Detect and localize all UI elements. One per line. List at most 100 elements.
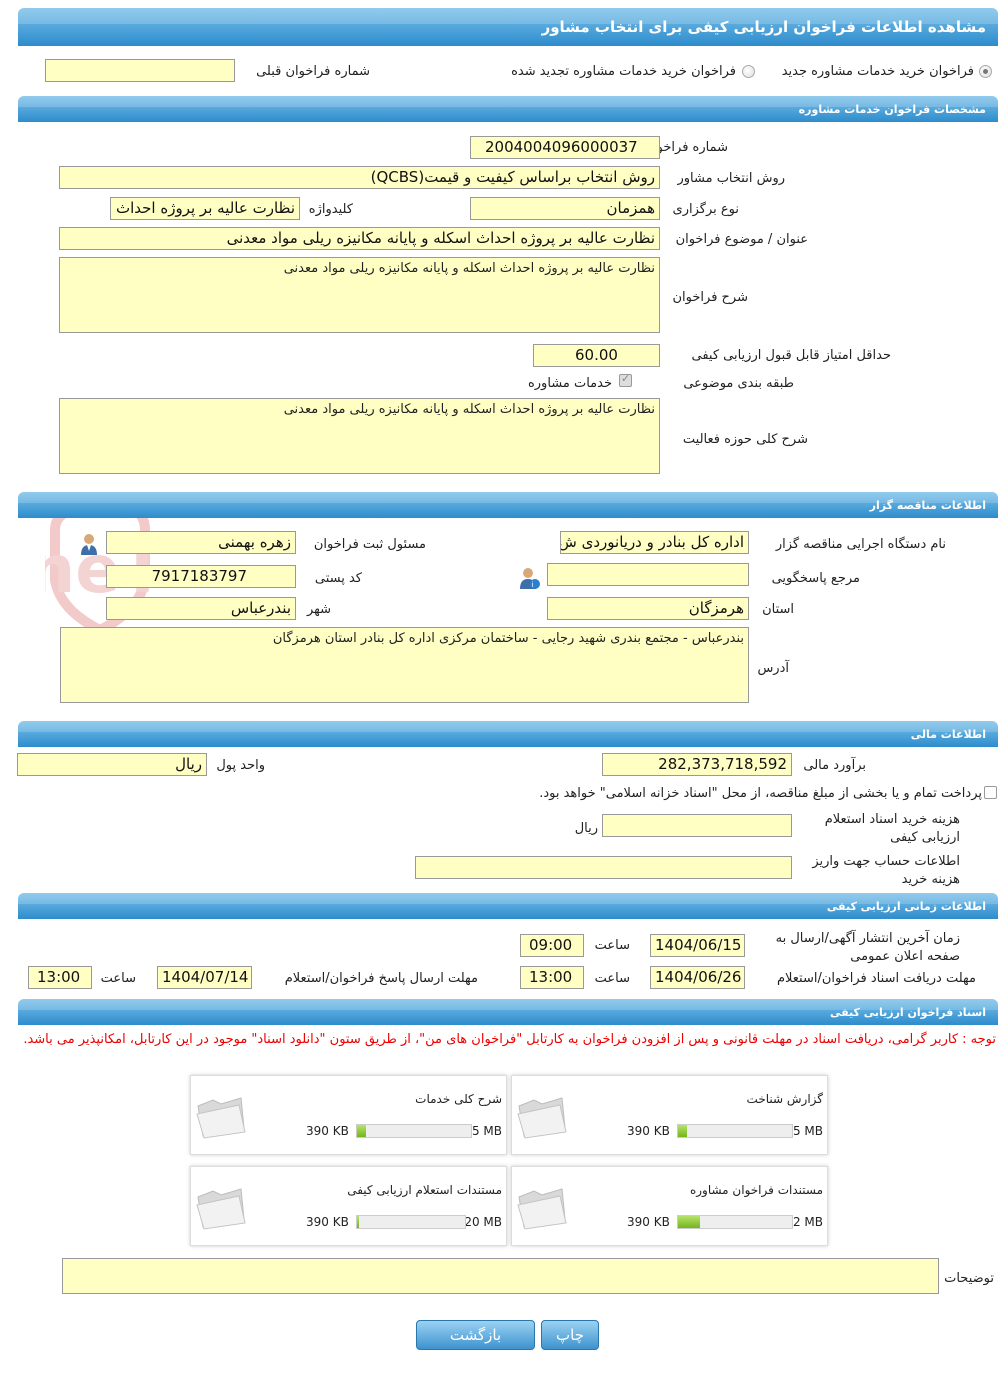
finance-header: اطلاعات مالی	[18, 721, 998, 747]
keyword-field[interactable]: نظارت عالیه بر پروژه احداث	[110, 197, 300, 220]
org-name-field[interactable]: اداره کل بنادر و دریانوردی ش	[560, 531, 749, 554]
minscore-label: حداقل امتیاز قابل قبول ارزیابی کیفی	[691, 348, 891, 363]
estimate-label: برآورد مالی	[803, 758, 866, 773]
doccost-unit: ریال	[574, 821, 598, 836]
postal-field[interactable]: 7917183797	[106, 565, 296, 588]
keyword-label: کلیدواژه	[308, 202, 353, 217]
org-header-text: اطلاعات مناقصه گزار	[869, 499, 986, 512]
ref-field[interactable]	[547, 563, 749, 586]
finance-header-text: اطلاعات مالی	[910, 728, 986, 741]
notes-field[interactable]	[62, 1258, 939, 1294]
currency-field[interactable]: ریال	[17, 753, 207, 776]
address-field[interactable]: بندرعباس - مجتمع بندری شهید رجایی - ساخت…	[60, 627, 749, 703]
publish-time-label: ساعت	[594, 938, 630, 953]
doc-size-fill	[357, 1216, 359, 1228]
doc-size-fill	[678, 1216, 700, 1228]
ref-label: مرجع پاسخگویی	[771, 571, 860, 586]
doc-size: 390 KB	[306, 1215, 349, 1229]
timing-header: اطلاعات زمانی ارزیابی کیفی	[18, 893, 998, 919]
radio-renewed-label: فراخوان خرید خدمات مشاوره تجدید شده	[511, 64, 736, 79]
org-name-label: نام دستگاه اجرایی مناقصه گزار	[775, 537, 946, 552]
org-header: اطلاعات مناقصه گزار	[18, 492, 998, 518]
docs-header-text: اسناد فراخوان ارزیابی کیفی	[829, 1006, 986, 1019]
doc-card[interactable]: شرح کلی خدمات 5 MB 390 KB	[190, 1075, 507, 1155]
doc-size: 390 KB	[627, 1124, 670, 1138]
doc-size-bar	[677, 1215, 793, 1229]
radio-new-call[interactable]	[979, 65, 992, 78]
docs-notice: توجه : کاربر گرامی، دریافت اسناد در مهلت…	[23, 1032, 996, 1047]
scope-field[interactable]: نظارت عالیه بر پروژه احداث اسکله و پایان…	[59, 398, 660, 474]
receive-label: مهلت دریافت اسناد فراخوان/استعلام	[776, 971, 976, 986]
registrar-field[interactable]: زهره بهمنی	[106, 531, 296, 554]
method-field[interactable]: روش انتخاب براساس کیفیت و قیمت(QCBS)	[59, 166, 660, 189]
prev-number-field[interactable]	[45, 59, 235, 82]
info-user-icon[interactable]: i	[518, 566, 540, 590]
postal-label: کد پستی	[314, 571, 362, 586]
doc-card[interactable]: گزارش شناخت 5 MB 390 KB	[511, 1075, 828, 1155]
address-label: آدرس	[757, 661, 789, 676]
publish-date-field[interactable]: 1404/06/15	[650, 934, 745, 957]
province-field[interactable]: هرمزگان	[547, 597, 749, 620]
subject-field[interactable]: نظارت عالیه بر پروژه احداث اسکله و پایان…	[59, 227, 660, 250]
specs-header-text: مشخصات فراخوان خدمات مشاوره	[798, 103, 986, 116]
type-field[interactable]: همزمان	[470, 197, 660, 220]
notes-label: توضیحات	[944, 1271, 994, 1286]
doc-size-fill	[678, 1125, 687, 1137]
desc-field[interactable]: نظارت عالیه بر پروژه احداث اسکله و پایان…	[59, 257, 660, 333]
doc-max-size: 20 MB	[464, 1215, 502, 1229]
call-number-field[interactable]: 2004004096000037	[470, 136, 660, 159]
doc-size: 390 KB	[627, 1215, 670, 1229]
doc-title: شرح کلی خدمات	[415, 1092, 502, 1106]
user-icon[interactable]	[78, 532, 100, 556]
treasury-text: پرداخت تمام و یا بخشی از مبلغ مناقصه، از…	[539, 786, 982, 801]
account-label: اطلاعات حساب جهت واریز هزینه خرید	[812, 854, 960, 887]
folder-icon	[196, 1097, 246, 1139]
docs-header: اسناد فراخوان ارزیابی کیفی	[18, 999, 998, 1025]
doc-size: 390 KB	[306, 1124, 349, 1138]
doc-card[interactable]: مستندات استعلام ارزیابی کیفی 20 MB 390 KB	[190, 1166, 507, 1246]
radio-new-label: فراخوان خرید خدمات مشاوره جدید	[781, 64, 974, 79]
send-date-field[interactable]: 1404/07/14	[157, 966, 252, 989]
city-field[interactable]: بندرعباس	[106, 597, 296, 620]
receive-time-field[interactable]: 13:00	[520, 966, 584, 989]
doc-title: مستندات فراخوان مشاوره	[689, 1183, 823, 1197]
doc-card[interactable]: مستندات فراخوان مشاوره 2 MB 390 KB	[511, 1166, 828, 1246]
send-label: مهلت ارسال پاسخ فراخوان/استعلام	[284, 971, 478, 986]
doc-max-size: 5 MB	[792, 1124, 823, 1138]
category-value: خدمات مشاوره	[527, 376, 612, 391]
receive-date-field[interactable]: 1404/06/26	[650, 966, 745, 989]
svg-text:i: i	[532, 581, 534, 589]
doc-size-fill	[357, 1125, 366, 1137]
folder-icon	[517, 1097, 567, 1139]
treasury-checkbox[interactable]	[984, 786, 997, 799]
province-label: استان	[762, 602, 794, 617]
page-title: مشاهده اطلاعات فراخوان ارزیابی کیفی برای…	[541, 18, 986, 36]
desc-label: شرح فراخوان	[672, 290, 749, 305]
subject-label: عنوان / موضوع فراخوان	[675, 232, 808, 247]
category-label: طبقه بندی موضوعی	[683, 376, 794, 391]
minscore-field[interactable]: 60.00	[533, 344, 660, 367]
category-checkbox[interactable]	[619, 372, 632, 387]
account-field[interactable]	[415, 856, 792, 879]
print-button[interactable]: چاپ	[541, 1320, 599, 1350]
type-label: نوع برگزاری	[672, 202, 739, 217]
currency-label: واحد پول	[216, 758, 265, 773]
doc-max-size: 5 MB	[471, 1124, 502, 1138]
doc-size-bar	[356, 1215, 466, 1229]
publish-time-field[interactable]: 09:00	[520, 934, 584, 957]
folder-icon	[196, 1188, 246, 1230]
back-button[interactable]: بازگشت	[416, 1320, 535, 1350]
doccost-field[interactable]	[602, 814, 792, 837]
timing-header-text: اطلاعات زمانی ارزیابی کیفی	[826, 900, 986, 913]
prev-number-label: شماره فراخوان قبلی	[256, 64, 370, 79]
doc-size-bar	[356, 1124, 472, 1138]
registrar-label: مسئول ثبت فراخوان	[313, 537, 426, 552]
send-time-label: ساعت	[100, 971, 136, 986]
doc-title: گزارش شناخت	[746, 1092, 823, 1106]
send-time-field[interactable]: 13:00	[28, 966, 92, 989]
radio-renewed-call[interactable]	[742, 65, 755, 78]
receive-time-label: ساعت	[594, 971, 630, 986]
doc-size-bar	[677, 1124, 793, 1138]
estimate-field[interactable]: 282,373,718,592	[602, 753, 792, 776]
doc-max-size: 2 MB	[792, 1215, 823, 1229]
